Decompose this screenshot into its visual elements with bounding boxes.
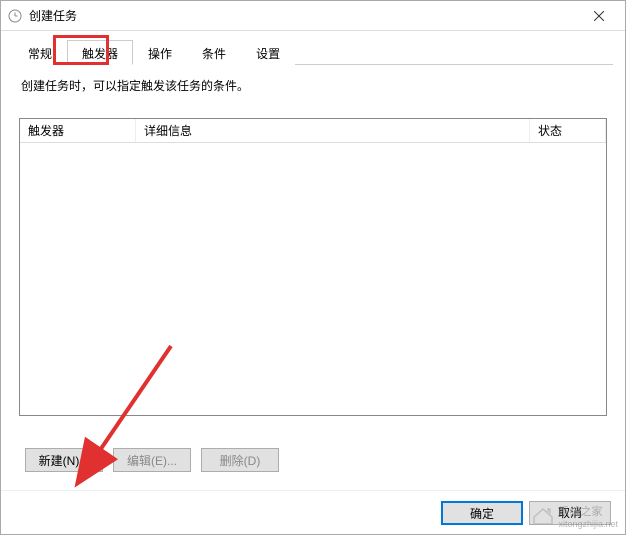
dialog-footer: 确定 取消 (1, 490, 625, 534)
tab-conditions[interactable]: 条件 (187, 40, 241, 65)
triggers-panel: 创建任务时，可以指定触发该任务的条件。 触发器 详细信息 状态 新建(N)...… (13, 65, 613, 478)
tab-strip: 常规 触发器 操作 条件 设置 (13, 39, 613, 65)
close-button[interactable] (579, 2, 619, 30)
tab-triggers[interactable]: 触发器 (67, 40, 133, 65)
tab-settings[interactable]: 设置 (241, 40, 295, 65)
panel-description: 创建任务时，可以指定触发该任务的条件。 (21, 77, 607, 94)
window-title: 创建任务 (29, 7, 579, 24)
edit-button[interactable]: 编辑(E)... (113, 448, 191, 472)
new-button[interactable]: 新建(N)... (25, 448, 103, 472)
titlebar: 创建任务 (1, 1, 625, 31)
column-status[interactable]: 状态 (530, 119, 606, 142)
table-header: 触发器 详细信息 状态 (20, 119, 606, 143)
ok-button[interactable]: 确定 (441, 501, 523, 525)
column-detail[interactable]: 详细信息 (136, 119, 530, 142)
tab-actions[interactable]: 操作 (133, 40, 187, 65)
delete-button[interactable]: 删除(D) (201, 448, 279, 472)
clock-icon (7, 8, 23, 24)
tab-general[interactable]: 常规 (13, 40, 67, 65)
table-body[interactable] (20, 143, 606, 415)
cancel-button[interactable]: 取消 (529, 501, 611, 525)
triggers-table: 触发器 详细信息 状态 (19, 118, 607, 416)
trigger-buttons: 新建(N)... 编辑(E)... 删除(D) (25, 448, 607, 472)
create-task-dialog: 创建任务 常规 触发器 操作 条件 设置 创建任务时，可以指定触发该任务的条件。… (0, 0, 626, 535)
column-trigger[interactable]: 触发器 (20, 119, 136, 142)
